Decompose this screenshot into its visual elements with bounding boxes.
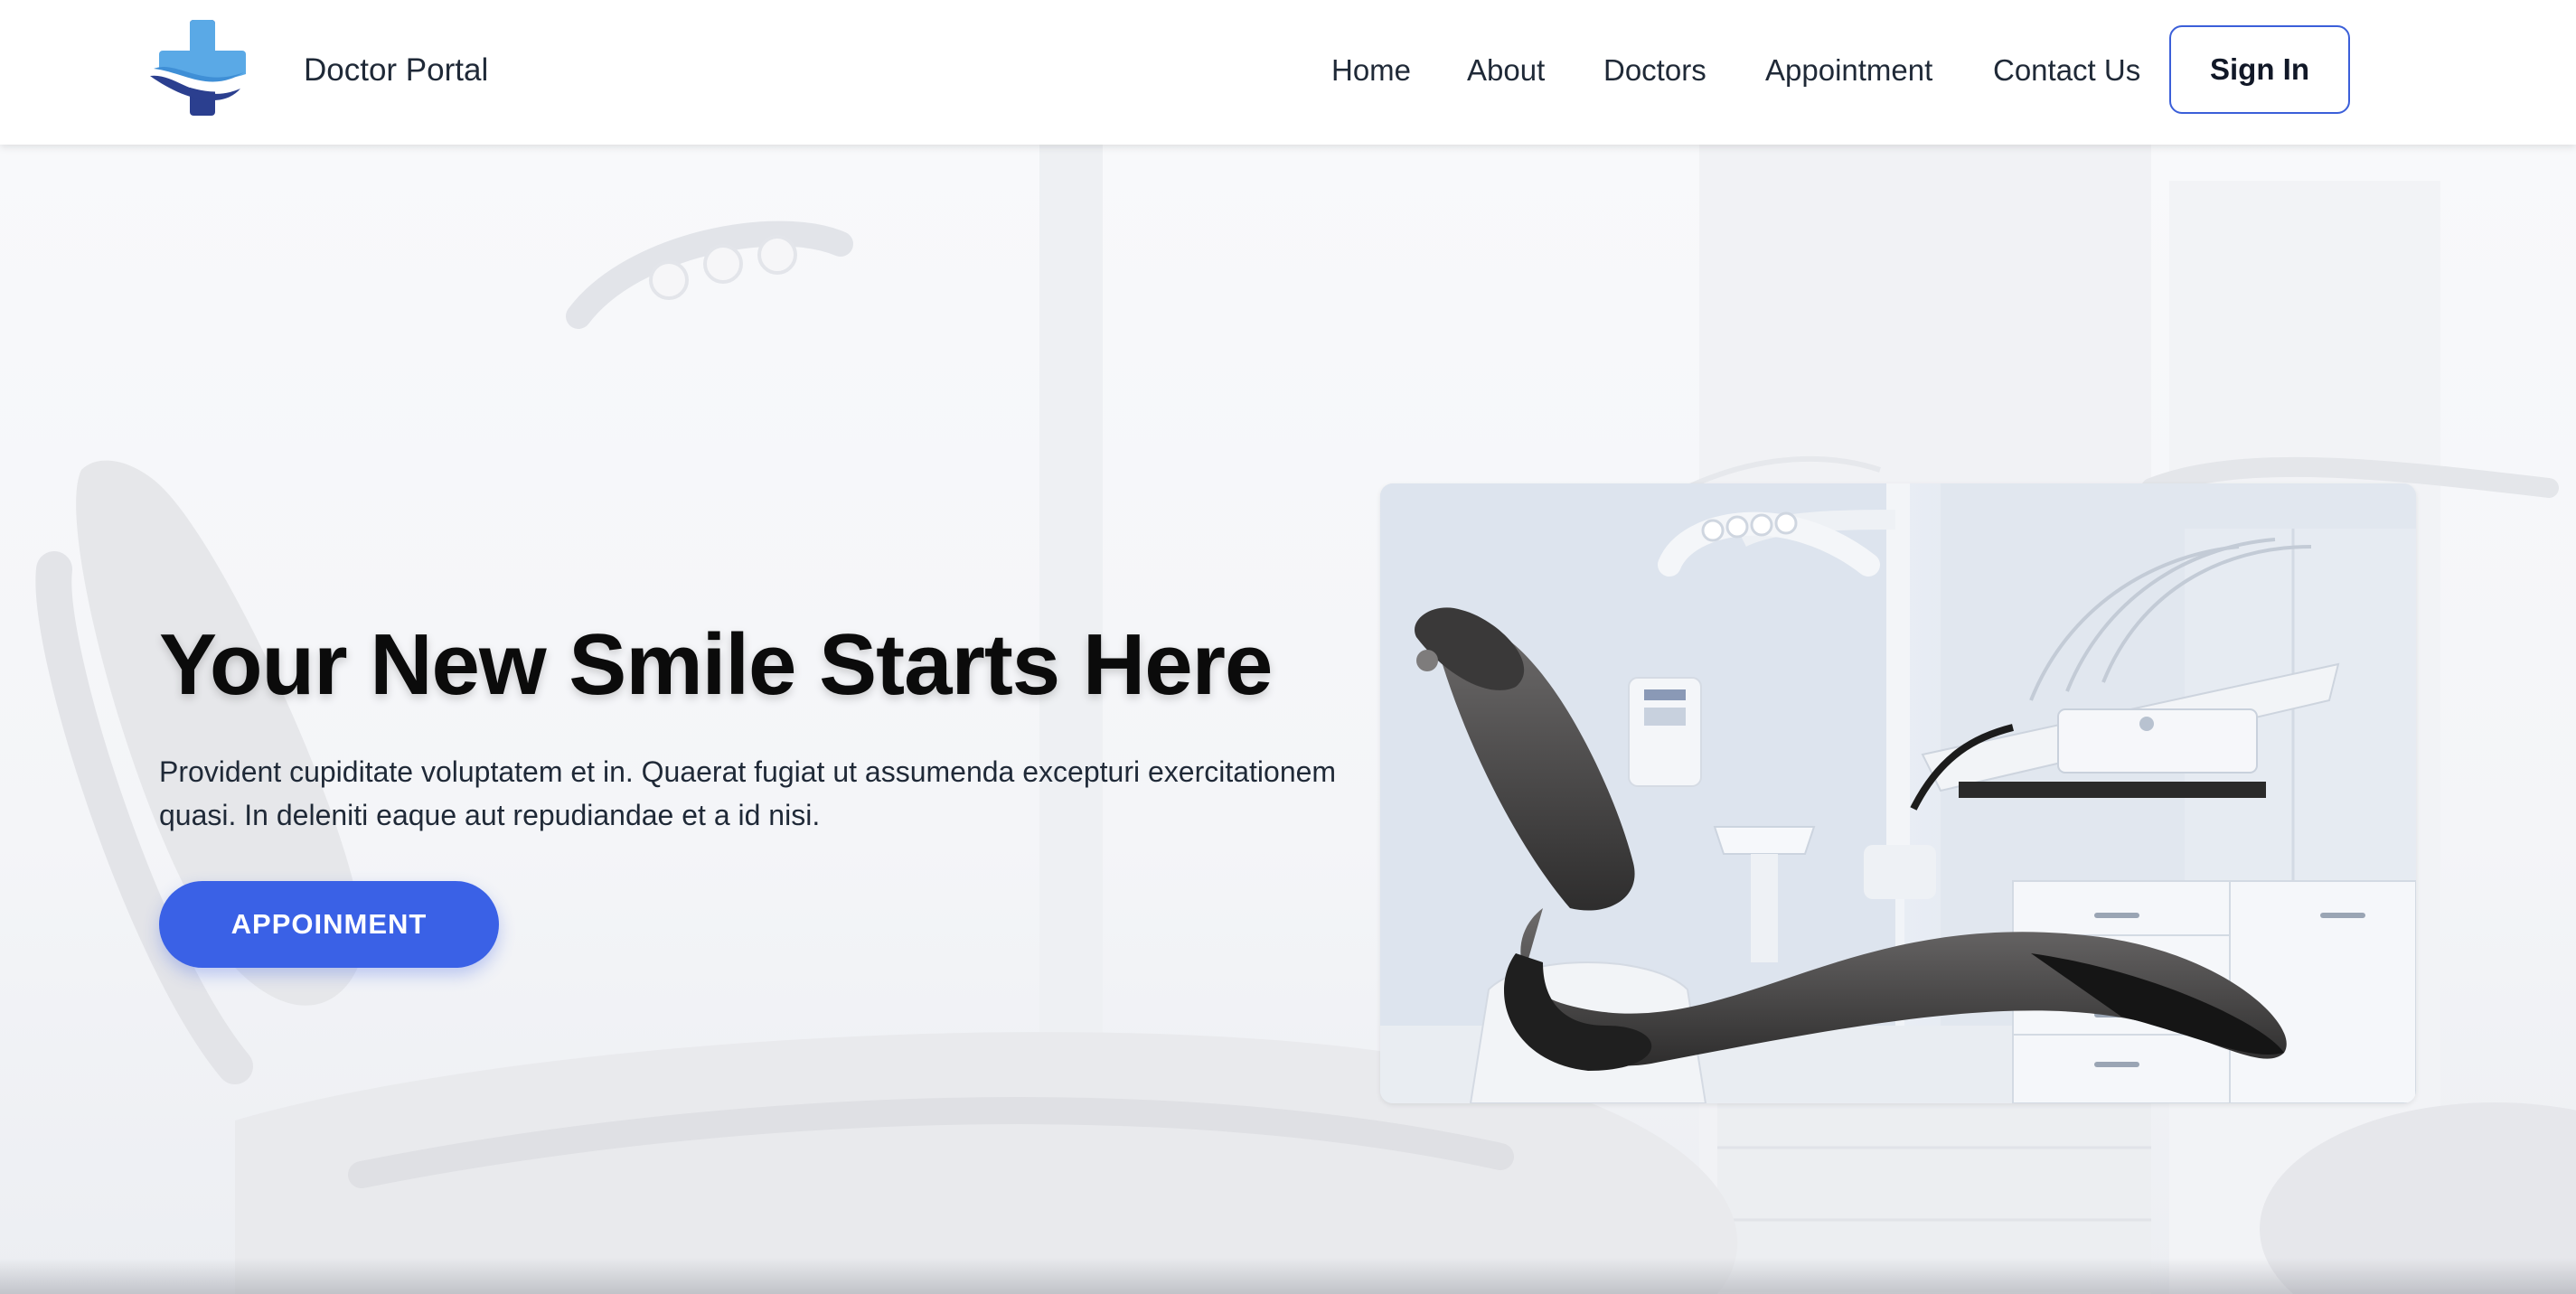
medical-cross-logo-icon[interactable] — [146, 18, 248, 123]
appointment-button[interactable]: APPOINMENT — [159, 881, 499, 968]
sign-in-button[interactable]: Sign In — [2169, 25, 2350, 114]
hero-description: Provident cupiditate voluptatem et in. Q… — [159, 755, 1337, 831]
nav-about[interactable]: About — [1467, 51, 1545, 90]
hero-bottom-shadow — [0, 1258, 2576, 1294]
hero-title: Your New Smile Starts Here — [159, 616, 1273, 713]
nav-appointment[interactable]: Appointment — [1765, 51, 1932, 90]
brand-name[interactable]: Doctor Portal — [304, 51, 488, 90]
nav-contact-us[interactable]: Contact Us — [1993, 51, 2140, 90]
dental-chair-photo — [1380, 483, 2416, 1103]
nav-doctors[interactable]: Doctors — [1603, 51, 1706, 90]
site-header: Doctor Portal Home About Doctors Appoint… — [0, 0, 2576, 145]
nav-home[interactable]: Home — [1331, 51, 1411, 90]
